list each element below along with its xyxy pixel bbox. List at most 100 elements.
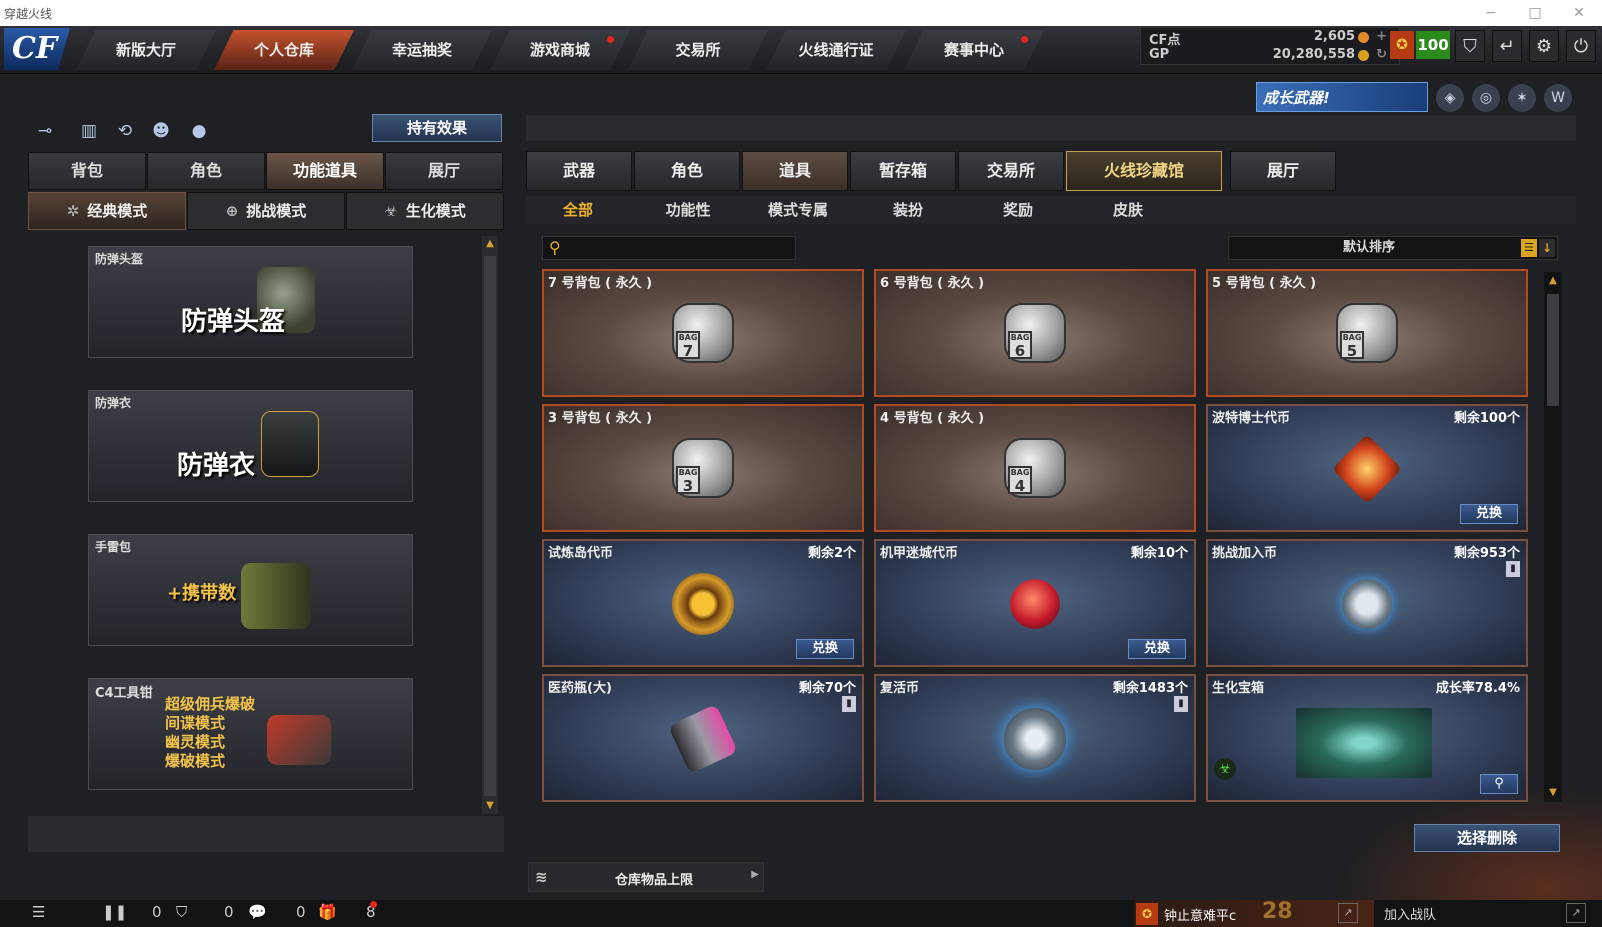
key-icon[interactable]: ⊸: [32, 118, 58, 144]
exchange-button[interactable]: 兑换: [1460, 504, 1518, 524]
join-clan-button[interactable]: 加入战队: [1384, 904, 1464, 924]
cube-token-icon: [1331, 433, 1403, 505]
delete-icon[interactable]: ▮: [842, 696, 856, 712]
star-emblem-icon[interactable]: ✶: [1508, 84, 1536, 112]
tab-character[interactable]: 角色: [147, 152, 265, 190]
chat-icon[interactable]: 💬: [248, 903, 267, 925]
menu-icon[interactable]: ☰: [32, 903, 45, 925]
sort-label: 默认排序: [1342, 240, 1395, 255]
nav-tab-exchange[interactable]: 交易所: [628, 30, 768, 70]
add-cf-icon[interactable]: +: [1376, 29, 1387, 44]
item-card-grenade-pack[interactable]: 手雷包 +携带数: [88, 534, 413, 646]
item-name: 复活币: [880, 681, 920, 696]
item-card-c4-pliers[interactable]: C4工具钳 超级佣兵爆破 间谍模式 幽灵模式 爆破模式: [88, 678, 413, 790]
globe-icon[interactable]: ◎: [1472, 84, 1500, 112]
nav-tab-lottery[interactable]: 幸运抽奖: [352, 30, 492, 70]
rank-badge-icon[interactable]: ✪: [1390, 31, 1414, 59]
subtab-mode-exclusive[interactable]: 模式专属: [748, 198, 848, 222]
close-icon[interactable]: ✕: [1568, 2, 1590, 24]
item-card-vest[interactable]: 防弹衣 防弹衣: [88, 390, 413, 502]
tab-exchange[interactable]: 交易所: [958, 151, 1064, 191]
subtab-skins[interactable]: 皮肤: [1078, 198, 1178, 222]
subtab-rewards[interactable]: 奖励: [968, 198, 1068, 222]
external-link-icon[interactable]: ↗: [1566, 903, 1586, 923]
item-card-mecha-token[interactable]: 机甲迷城代币 剩余10个 兑换: [874, 539, 1196, 667]
tab-hall[interactable]: 展厅: [1230, 151, 1336, 191]
nav-tab-events[interactable]: 赛事中心: [904, 30, 1044, 70]
tab-function-items[interactable]: 功能道具: [266, 152, 384, 190]
nav-tab-pass[interactable]: 火线通行证: [766, 30, 906, 70]
shield-icon[interactable]: ⛉: [1455, 30, 1485, 62]
biohazard-icon: ☣: [384, 202, 398, 220]
tab-weapons[interactable]: 武器: [526, 151, 632, 191]
history-icon[interactable]: ⟲: [112, 118, 138, 144]
external-link-icon[interactable]: ↗: [1338, 903, 1358, 923]
refresh-icon[interactable]: ↻: [1376, 47, 1387, 62]
ranking-icon[interactable]: ▥: [76, 118, 102, 144]
item-card-bag-6[interactable]: 6 号背包 ( 永久 ) BAG 6: [874, 269, 1196, 397]
warehouse-capacity-bar[interactable]: ≋ 仓库物品上限 ▶: [528, 862, 764, 892]
item-card-medkit-large[interactable]: 医药瓶(大) 剩余70个 ▮: [542, 674, 864, 802]
power-icon[interactable]: ⏻: [1566, 30, 1596, 62]
item-card-trial-island-token[interactable]: 试炼岛代币 剩余2个 兑换: [542, 539, 864, 667]
scroll-thumb[interactable]: [1547, 294, 1559, 406]
tab-temp-box[interactable]: 暂存箱: [850, 151, 956, 191]
mode-biochem[interactable]: ☣ 生化模式: [346, 192, 504, 230]
subtab-dressup[interactable]: 装扮: [858, 198, 958, 222]
select-delete-button[interactable]: 选择删除: [1414, 824, 1560, 852]
character-icon[interactable]: ☻: [148, 118, 174, 144]
cf-logo[interactable]: CF: [4, 28, 70, 70]
scroll-down-icon[interactable]: ▼: [484, 800, 496, 812]
subtab-functional[interactable]: 功能性: [638, 198, 738, 222]
search-input[interactable]: ⚲: [542, 236, 796, 260]
badge-icon[interactable]: ◈: [1436, 84, 1464, 112]
list-view-icon[interactable]: ☰: [1521, 239, 1537, 257]
sort-dropdown[interactable]: 默认排序 ☰ ↓: [1228, 236, 1558, 260]
tab-showroom[interactable]: 展厅: [385, 152, 503, 190]
delete-icon[interactable]: ▮: [1506, 561, 1520, 577]
scroll-up-icon[interactable]: ▲: [1547, 275, 1559, 287]
mode-classic[interactable]: ✲ 经典模式: [28, 192, 186, 230]
hold-effect-button[interactable]: 持有效果: [372, 114, 502, 142]
item-card-bag-4[interactable]: 4 号背包 ( 永久 ) BAG 4: [874, 404, 1196, 532]
tab-roles[interactable]: 角色: [634, 151, 740, 191]
clan-number: 28: [1262, 899, 1293, 924]
exchange-button[interactable]: 兑换: [1128, 639, 1186, 659]
bag-digit: 5: [1346, 342, 1358, 360]
scroll-up-icon[interactable]: ▲: [484, 238, 496, 250]
delete-icon[interactable]: ▮: [1174, 696, 1188, 712]
subtab-all[interactable]: 全部: [528, 198, 628, 222]
exchange-button[interactable]: 兑换: [796, 639, 854, 659]
item-card-bag-5[interactable]: 5 号背包 ( 永久 ) BAG 5: [1206, 269, 1528, 397]
gear-icon[interactable]: ⚙: [1529, 30, 1559, 62]
return-icon[interactable]: ↵: [1492, 30, 1522, 62]
growth-weapon-banner[interactable]: 成长武器!: [1256, 82, 1428, 112]
nav-tab-warehouse[interactable]: 个人仓库: [214, 30, 354, 70]
nav-tab-lobby[interactable]: 新版大厅: [76, 30, 216, 70]
tab-collection[interactable]: 火线珍藏馆: [1066, 151, 1222, 191]
item-name: 生化宝箱: [1212, 681, 1265, 696]
right-scrollbar[interactable]: ▲ ▼: [1544, 272, 1562, 802]
gift-icon[interactable]: 🎁: [318, 903, 337, 925]
mode-label: 挑战模式: [246, 202, 307, 220]
clan-shield-icon[interactable]: ⛉: [176, 903, 187, 925]
mode-challenge[interactable]: ⊕ 挑战模式: [187, 192, 345, 230]
wings-icon[interactable]: W: [1544, 84, 1572, 112]
item-card-challenge-coin[interactable]: 挑战加入币 剩余953个 ▮: [1206, 539, 1528, 667]
tab-items[interactable]: 道具: [742, 151, 848, 191]
friends-icon[interactable]: ❚❚: [102, 903, 127, 925]
scroll-thumb[interactable]: [484, 256, 496, 796]
left-scrollbar[interactable]: ▲ ▼: [482, 236, 498, 814]
nav-tab-shop[interactable]: 游戏商城: [490, 30, 630, 70]
tab-backpack[interactable]: 背包: [28, 152, 146, 190]
item-card-dr-bot-token[interactable]: 波特博士代币 剩余100个 兑换: [1206, 404, 1528, 532]
item-card-revive-coin[interactable]: 复活币 剩余1483个 ▮: [874, 674, 1196, 802]
item-card-bag-7[interactable]: 7 号背包 ( 永久 ) BAG 7: [542, 269, 864, 397]
item-card-helmet[interactable]: 防弹头盔 防弹头盔: [88, 246, 413, 358]
minimize-icon[interactable]: −: [1480, 2, 1502, 24]
maximize-icon[interactable]: □: [1524, 2, 1546, 24]
window-title: 穿越火线: [4, 7, 53, 21]
grenade-icon[interactable]: ●: [186, 118, 212, 144]
item-card-bag-3[interactable]: 3 号背包 ( 永久 ) BAG 3: [542, 404, 864, 532]
sort-arrow-icon[interactable]: ↓: [1539, 239, 1555, 257]
